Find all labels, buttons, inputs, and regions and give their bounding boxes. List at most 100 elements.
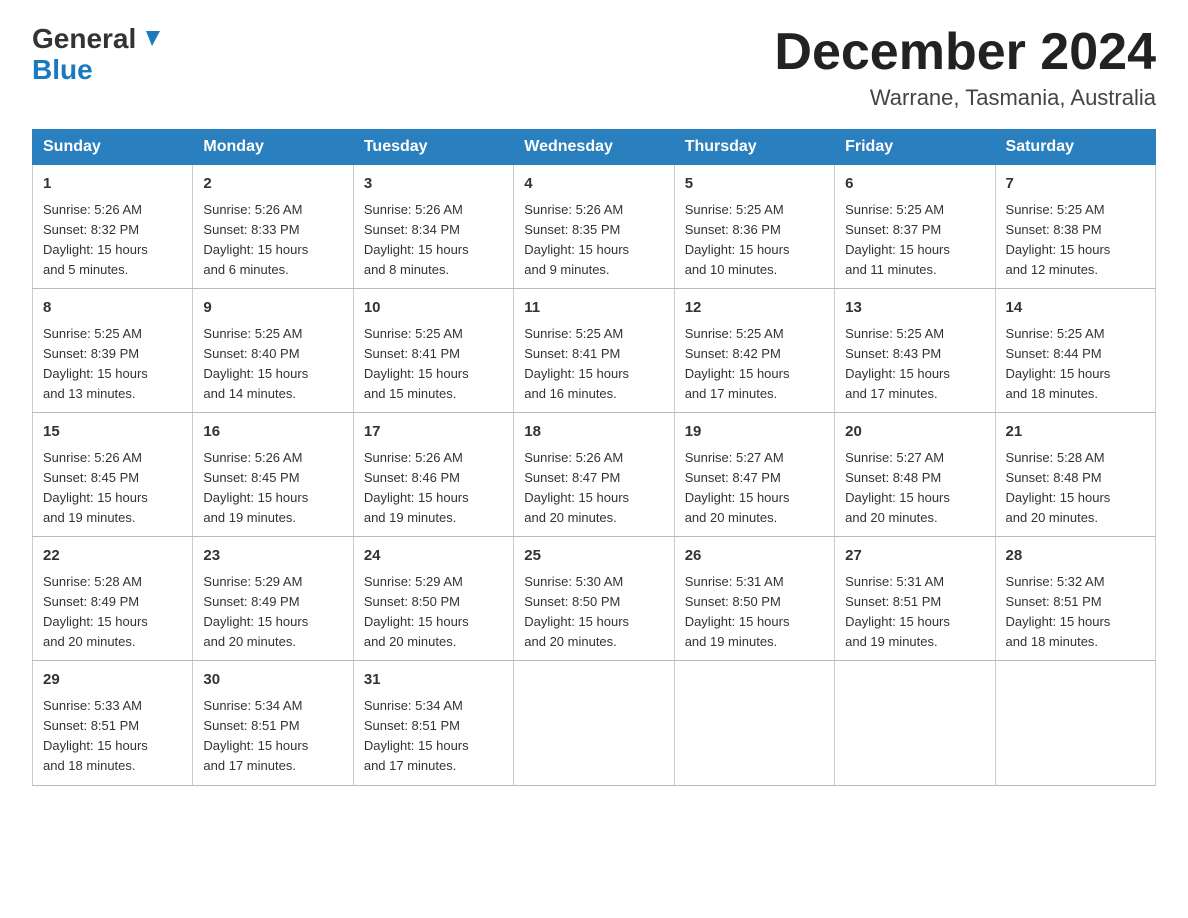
calendar-table: SundayMondayTuesdayWednesdayThursdayFrid… — [32, 129, 1156, 785]
day-number: 8 — [43, 297, 182, 320]
calendar-cell: 17Sunrise: 5:26 AMSunset: 8:46 PMDayligh… — [353, 413, 513, 537]
calendar-cell: 16 Sunrise: 5:26 AMSunset: 8:45 PMDayligh… — [193, 413, 353, 537]
calendar-cell: 15 Sunrise: 5:26 AMSunset: 8:45 PMDayligh… — [33, 413, 193, 537]
calendar-cell: 7Sunrise: 5:25 AMSunset: 8:38 PMDaylight… — [995, 165, 1155, 289]
weekday-header-sunday: Sunday — [33, 130, 193, 165]
calendar-cell: 31 Sunrise: 5:34 AMSunset: 8:51 PMDayligh… — [353, 661, 513, 785]
calendar-cell — [995, 661, 1155, 785]
calendar-cell: 14 Sunrise: 5:25 AMSunset: 8:44 PMDayligh… — [995, 289, 1155, 413]
calendar-cell: 26 Sunrise: 5:31 AMSunset: 8:50 PMDayligh… — [674, 537, 834, 661]
day-info: Sunrise: 5:32 AMSunset: 8:51 PMDaylight:… — [1006, 572, 1145, 653]
logo-text-general: General — [32, 24, 136, 55]
day-info: Sunrise: 5:26 AMSunset: 8:35 PMDaylight:… — [524, 200, 663, 281]
day-info: Sunrise: 5:25 AMSunset: 8:41 PMDaylight:… — [364, 324, 503, 405]
day-number: 29 — [43, 669, 182, 692]
calendar-cell: 13 Sunrise: 5:25 AMSunset: 8:43 PMDayligh… — [835, 289, 995, 413]
day-number: 18 — [524, 421, 663, 444]
day-number: 16 — [203, 421, 342, 444]
day-info: Sunrise: 5:30 AMSunset: 8:50 PMDaylight:… — [524, 572, 663, 653]
day-info: Sunrise: 5:31 AMSunset: 8:50 PMDaylight:… — [685, 572, 824, 653]
day-number: 31 — [364, 669, 503, 692]
calendar-cell: 30Sunrise: 5:34 AMSunset: 8:51 PMDayligh… — [193, 661, 353, 785]
weekday-header-monday: Monday — [193, 130, 353, 165]
day-number: 20 — [845, 421, 984, 444]
day-info: Sunrise: 5:26 AMSunset: 8:33 PMDaylight:… — [203, 200, 342, 281]
day-info: Sunrise: 5:25 AMSunset: 8:36 PMDaylight:… — [685, 200, 824, 281]
calendar-cell: 20 Sunrise: 5:27 AMSunset: 8:48 PMDayligh… — [835, 413, 995, 537]
day-info: Sunrise: 5:31 AMSunset: 8:51 PMDaylight:… — [845, 572, 984, 653]
day-number: 5 — [685, 173, 824, 196]
day-info: Sunrise: 5:26 AMSunset: 8:46 PMDaylight:… — [364, 448, 503, 529]
calendar-cell: 3 Sunrise: 5:26 AMSunset: 8:34 PMDaylight… — [353, 165, 513, 289]
calendar-cell: 29 Sunrise: 5:33 AMSunset: 8:51 PMDayligh… — [33, 661, 193, 785]
day-info: Sunrise: 5:25 AMSunset: 8:39 PMDaylight:… — [43, 324, 182, 405]
day-info: Sunrise: 5:26 AMSunset: 8:45 PMDaylight:… — [203, 448, 342, 529]
calendar-cell: 10Sunrise: 5:25 AMSunset: 8:41 PMDayligh… — [353, 289, 513, 413]
day-info: Sunrise: 5:26 AMSunset: 8:34 PMDaylight:… — [364, 200, 503, 281]
week-row-1: 1Sunrise: 5:26 AMSunset: 8:32 PMDaylight… — [33, 165, 1156, 289]
day-info: Sunrise: 5:27 AMSunset: 8:48 PMDaylight:… — [845, 448, 984, 529]
title-block: December 2024 Warrane, Tasmania, Austral… — [774, 24, 1156, 111]
calendar-cell: 2Sunrise: 5:26 AMSunset: 8:33 PMDaylight… — [193, 165, 353, 289]
day-info: Sunrise: 5:29 AMSunset: 8:49 PMDaylight:… — [203, 572, 342, 653]
day-info: Sunrise: 5:25 AMSunset: 8:43 PMDaylight:… — [845, 324, 984, 405]
day-info: Sunrise: 5:25 AMSunset: 8:44 PMDaylight:… — [1006, 324, 1145, 405]
calendar-cell: 28 Sunrise: 5:32 AMSunset: 8:51 PMDayligh… — [995, 537, 1155, 661]
day-info: Sunrise: 5:25 AMSunset: 8:41 PMDaylight:… — [524, 324, 663, 405]
day-info: Sunrise: 5:26 AMSunset: 8:47 PMDaylight:… — [524, 448, 663, 529]
week-row-3: 15 Sunrise: 5:26 AMSunset: 8:45 PMDayligh… — [33, 413, 1156, 537]
day-info: Sunrise: 5:28 AMSunset: 8:49 PMDaylight:… — [43, 572, 182, 653]
day-number: 4 — [524, 173, 663, 196]
week-row-2: 8 Sunrise: 5:25 AMSunset: 8:39 PMDaylight… — [33, 289, 1156, 413]
day-number: 13 — [845, 297, 984, 320]
day-number: 26 — [685, 545, 824, 568]
logo: General Blue — [32, 24, 160, 86]
day-number: 7 — [1006, 173, 1145, 196]
day-number: 11 — [524, 297, 663, 320]
day-info: Sunrise: 5:28 AMSunset: 8:48 PMDaylight:… — [1006, 448, 1145, 529]
calendar-cell: 21Sunrise: 5:28 AMSunset: 8:48 PMDayligh… — [995, 413, 1155, 537]
day-info: Sunrise: 5:34 AMSunset: 8:51 PMDaylight:… — [364, 696, 503, 777]
calendar-cell: 9 Sunrise: 5:25 AMSunset: 8:40 PMDaylight… — [193, 289, 353, 413]
day-number: 14 — [1006, 297, 1145, 320]
day-number: 28 — [1006, 545, 1145, 568]
weekday-header-tuesday: Tuesday — [353, 130, 513, 165]
day-info: Sunrise: 5:33 AMSunset: 8:51 PMDaylight:… — [43, 696, 182, 777]
weekday-header-saturday: Saturday — [995, 130, 1155, 165]
day-number: 30 — [203, 669, 342, 692]
day-number: 25 — [524, 545, 663, 568]
calendar-cell — [674, 661, 834, 785]
day-number: 6 — [845, 173, 984, 196]
day-info: Sunrise: 5:26 AMSunset: 8:45 PMDaylight:… — [43, 448, 182, 529]
calendar-cell: 25 Sunrise: 5:30 AMSunset: 8:50 PMDayligh… — [514, 537, 674, 661]
calendar-cell: 23 Sunrise: 5:29 AMSunset: 8:49 PMDayligh… — [193, 537, 353, 661]
calendar-cell: 8 Sunrise: 5:25 AMSunset: 8:39 PMDaylight… — [33, 289, 193, 413]
weekday-header-wednesday: Wednesday — [514, 130, 674, 165]
week-row-4: 22 Sunrise: 5:28 AMSunset: 8:49 PMDayligh… — [33, 537, 1156, 661]
calendar-cell: 18 Sunrise: 5:26 AMSunset: 8:47 PMDayligh… — [514, 413, 674, 537]
weekday-header-friday: Friday — [835, 130, 995, 165]
calendar-cell: 1Sunrise: 5:26 AMSunset: 8:32 PMDaylight… — [33, 165, 193, 289]
location: Warrane, Tasmania, Australia — [774, 85, 1156, 111]
day-number: 3 — [364, 173, 503, 196]
day-info: Sunrise: 5:25 AMSunset: 8:40 PMDaylight:… — [203, 324, 342, 405]
logo-text-blue: Blue — [32, 55, 93, 86]
calendar-cell: 24Sunrise: 5:29 AMSunset: 8:50 PMDayligh… — [353, 537, 513, 661]
calendar-cell: 6Sunrise: 5:25 AMSunset: 8:37 PMDaylight… — [835, 165, 995, 289]
week-row-5: 29 Sunrise: 5:33 AMSunset: 8:51 PMDayligh… — [33, 661, 1156, 785]
calendar-cell: 19Sunrise: 5:27 AMSunset: 8:47 PMDayligh… — [674, 413, 834, 537]
calendar-cell — [835, 661, 995, 785]
weekday-header-row: SundayMondayTuesdayWednesdayThursdayFrid… — [33, 130, 1156, 165]
calendar-cell: 12Sunrise: 5:25 AMSunset: 8:42 PMDayligh… — [674, 289, 834, 413]
day-number: 15 — [43, 421, 182, 444]
calendar-cell: 5 Sunrise: 5:25 AMSunset: 8:36 PMDaylight… — [674, 165, 834, 289]
calendar-cell: 22 Sunrise: 5:28 AMSunset: 8:49 PMDayligh… — [33, 537, 193, 661]
day-number: 9 — [203, 297, 342, 320]
calendar-cell — [514, 661, 674, 785]
page-header: General Blue December 2024 Warrane, Tasm… — [32, 24, 1156, 111]
day-info: Sunrise: 5:26 AMSunset: 8:32 PMDaylight:… — [43, 200, 182, 281]
day-number: 24 — [364, 545, 503, 568]
day-number: 22 — [43, 545, 182, 568]
day-number: 23 — [203, 545, 342, 568]
day-number: 19 — [685, 421, 824, 444]
